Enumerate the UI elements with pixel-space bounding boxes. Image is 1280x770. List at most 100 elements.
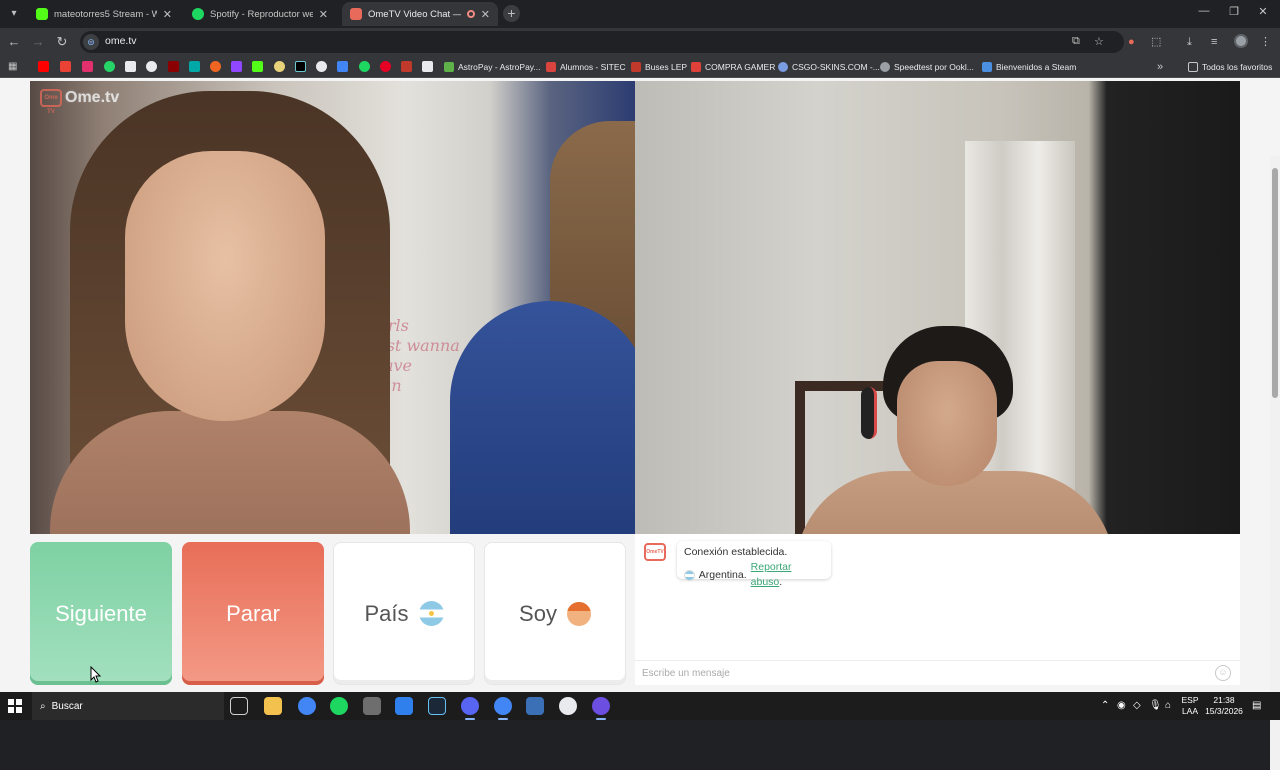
close-tab-icon[interactable]: ✕ (319, 8, 328, 21)
bookmark-steam[interactable]: Bienvenidos a Steam (982, 60, 1076, 74)
tab-search-chevron-icon[interactable]: ▾ (6, 6, 22, 22)
tray-app-icon[interactable]: ◇ (1133, 700, 1141, 711)
vscode-icon[interactable] (395, 697, 413, 715)
extensions-puzzle-icon[interactable]: ⬚ (1151, 35, 1161, 49)
crunchyroll-bookmark-icon[interactable] (210, 61, 221, 72)
browser-toolbar: ← → ↻ ⊜ ome.tv ⧉ ☆ ● ⬚ ⤓ ≡ ⋮ (0, 28, 1280, 56)
discord-icon[interactable] (461, 697, 479, 720)
back-icon[interactable]: ← (6, 34, 22, 50)
netflix-bookmark-icon[interactable] (168, 61, 179, 72)
stop-button[interactable]: Parar (182, 542, 324, 685)
page-scrollbar[interactable] (1270, 156, 1280, 770)
bookmark-astropay[interactable]: AstroPay - AstroPay... (444, 60, 541, 74)
media-controls-icon[interactable]: ≡ (1211, 35, 1217, 49)
taskbar-search[interactable]: ⌕ Buscar (32, 692, 224, 720)
bookmark-icon[interactable] (189, 61, 200, 72)
pinterest-bookmark-icon[interactable] (380, 61, 391, 72)
next-button[interactable]: Siguiente (30, 542, 172, 685)
translate-bookmark-icon[interactable] (337, 61, 348, 72)
forward-icon[interactable]: → (30, 34, 46, 50)
emoji-picker-icon[interactable]: ☺ (1215, 665, 1231, 681)
address-bar[interactable]: ⊜ ome.tv ⧉ ☆ (80, 31, 1124, 53)
bookmark-icon[interactable] (274, 61, 285, 72)
gmail-bookmark-icon[interactable] (60, 61, 71, 72)
tab-title: OmeTV Video Chat — Ome (368, 8, 461, 20)
shield-app-icon[interactable] (526, 697, 544, 715)
tab-ometv[interactable]: OmeTV Video Chat — Ome ✕ (342, 2, 498, 26)
bookmark-csgo-skins[interactable]: CSGO-SKINS.COM -... (778, 60, 880, 74)
restore-icon[interactable]: ❐ (1224, 5, 1244, 18)
tray-app-icon[interactable]: ◉ (1117, 700, 1126, 711)
steam-icon[interactable] (428, 697, 446, 715)
minimize-icon[interactable]: — (1194, 5, 1214, 17)
microphone-icon[interactable]: 🎙 (1149, 700, 1162, 711)
language-indicator[interactable]: ESP LAA (1178, 695, 1202, 717)
chrome-profile-icon[interactable] (494, 697, 512, 720)
boy-emoji-icon (566, 601, 591, 626)
bookmark-label: Todos los favoritos (1202, 62, 1273, 72)
bookmark-compra-gamer[interactable]: COMPRA GAMER (691, 60, 775, 74)
whatsapp-bookmark-icon[interactable] (104, 61, 115, 72)
threads-bookmark-icon[interactable] (146, 61, 157, 72)
profile-avatar[interactable] (1234, 34, 1248, 48)
bookmark-star-icon[interactable]: ☆ (1094, 35, 1104, 48)
downloads-icon[interactable]: ⤓ (1187, 35, 1192, 49)
country-button[interactable]: País (333, 542, 475, 685)
close-tab-icon[interactable]: ✕ (481, 8, 490, 21)
language-top: ESP (1181, 695, 1199, 705)
windows-taskbar: ⌕ Buscar ⌃ ◉ ◇ 🎙 ⌂ ESP LAA 21:38 15/3/20… (0, 692, 1280, 720)
search-icon: ⌕ (40, 700, 46, 712)
clock[interactable]: 21:38 15/3/2026 (1200, 695, 1248, 717)
report-abuse-link[interactable]: Reportar abuso (751, 561, 792, 588)
address-url: ome.tv (105, 35, 137, 47)
bookmark-icon[interactable] (316, 61, 327, 72)
tab-spotify[interactable]: Spotify - Reproductor web: mú ✕ (184, 2, 336, 26)
app-icon[interactable] (592, 697, 610, 720)
new-tab-button[interactable]: + (503, 5, 520, 22)
more-bookmarks-chevron-icon[interactable]: » (1157, 60, 1163, 74)
spotify-icon[interactable] (330, 697, 348, 715)
bookmark-sitec[interactable]: Alumnos - SITEC (546, 60, 626, 74)
twitch-bookmark-icon[interactable] (231, 61, 242, 72)
bookmark-icon[interactable] (401, 61, 412, 72)
kick-bookmark-icon[interactable] (252, 61, 263, 72)
notifications-icon[interactable]: ▤ (1252, 700, 1261, 711)
spotify-bookmark-icon[interactable] (359, 61, 370, 72)
all-bookmarks-folder[interactable]: Todos los favoritos (1188, 60, 1272, 74)
bookmark-icon[interactable] (422, 61, 433, 72)
chrome-icon[interactable] (298, 697, 316, 715)
x-bookmark-icon[interactable] (125, 61, 136, 72)
site-info-icon[interactable]: ⊜ (83, 34, 99, 50)
file-explorer-icon[interactable] (264, 697, 282, 715)
bookmark-label: Buses LEP (645, 62, 688, 72)
close-tab-icon[interactable]: ✕ (163, 8, 172, 21)
scrollbar-thumb[interactable] (1272, 168, 1278, 398)
system-message: Conexión establecida. Argentina. Reporta… (677, 541, 831, 588)
close-window-icon[interactable]: ✕ (1253, 5, 1273, 18)
menu-kebab-icon[interactable]: ⋮ (1260, 35, 1271, 49)
tab-kick-stream[interactable]: mateotorres5 Stream - Watch L ✕ (28, 2, 180, 26)
gender-button[interactable]: Soy (484, 542, 626, 685)
reload-icon[interactable]: ↻ (54, 34, 70, 50)
tiktok-bookmark-icon[interactable] (295, 61, 306, 72)
tray-chevron-up-icon[interactable]: ⌃ (1101, 700, 1109, 711)
network-icon[interactable]: ⌂ (1165, 700, 1171, 711)
app-icon[interactable] (559, 697, 577, 715)
bookmark-buses-lep[interactable]: Buses LEP (631, 60, 687, 74)
app-icon[interactable] (363, 697, 381, 715)
instagram-bookmark-icon[interactable] (82, 61, 93, 72)
extension-record-icon[interactable]: ● (1128, 35, 1135, 49)
bookmark-speedtest[interactable]: Speedtest por Ookl... (880, 60, 974, 74)
stranger-video: Girls Just wanna Have Fun Ome TV Ome.tv (30, 81, 635, 534)
windows-start-icon[interactable] (8, 699, 22, 713)
video-figure (450, 301, 635, 534)
task-view-icon[interactable] (230, 697, 248, 715)
bookmark-label: COMPRA GAMER (705, 62, 776, 72)
apps-grid-icon[interactable]: ▦ (8, 61, 19, 72)
video-figure (125, 151, 325, 421)
ometv-logo-badge: Ome TV (40, 89, 62, 115)
bookmark-label: Alumnos - SITEC (560, 62, 626, 72)
youtube-bookmark-icon[interactable] (38, 61, 49, 72)
cast-icon[interactable]: ⧉ (1072, 35, 1080, 48)
message-input[interactable] (642, 665, 1202, 681)
